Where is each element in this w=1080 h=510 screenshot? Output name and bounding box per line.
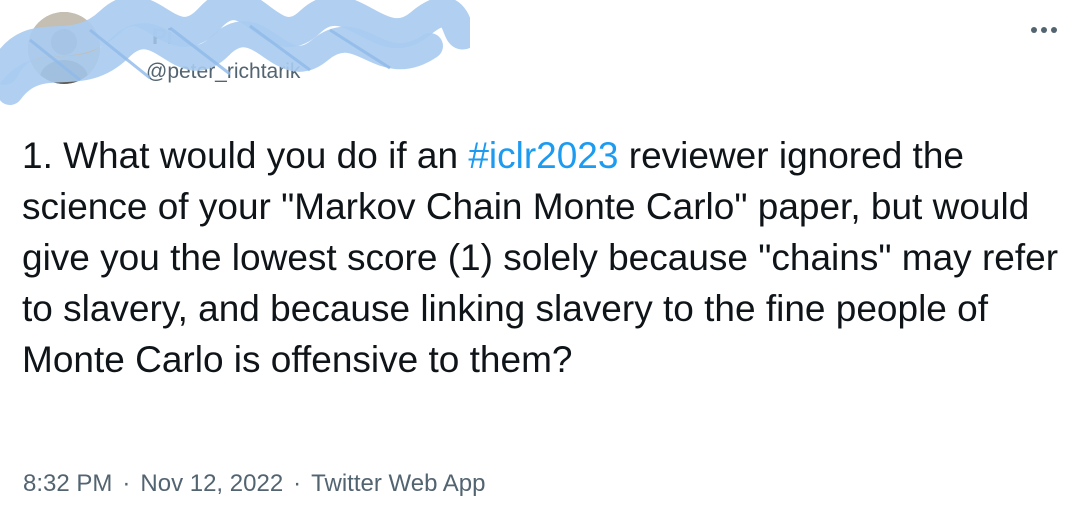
meta-separator: · [293,470,302,497]
tweet-source[interactable]: Twitter Web App [311,470,485,498]
meta-separator: · [122,470,131,497]
tweet-text-part1: 1. What would you do if an [22,135,469,176]
tweet-date[interactable]: Nov 12, 2022 [140,470,283,498]
author-display-name[interactable]: Pi [152,24,173,50]
hashtag-link[interactable]: #iclr2023 [468,135,618,176]
tweet: Pi @peter_richtarik 1. What would you do… [0,0,1080,510]
avatar[interactable] [28,12,100,84]
tweet-meta: 8:32 PM · Nov 12, 2022 · Twitter Web App [23,470,485,498]
avatar-image [28,12,100,84]
tweet-time[interactable]: 8:32 PM [23,470,112,498]
tweet-text: 1. What would you do if an #iclr2023 rev… [22,130,1072,385]
more-button[interactable] [1026,18,1062,42]
more-horizontal-icon [1031,27,1057,33]
author-handle[interactable]: @peter_richtarik [146,60,300,84]
